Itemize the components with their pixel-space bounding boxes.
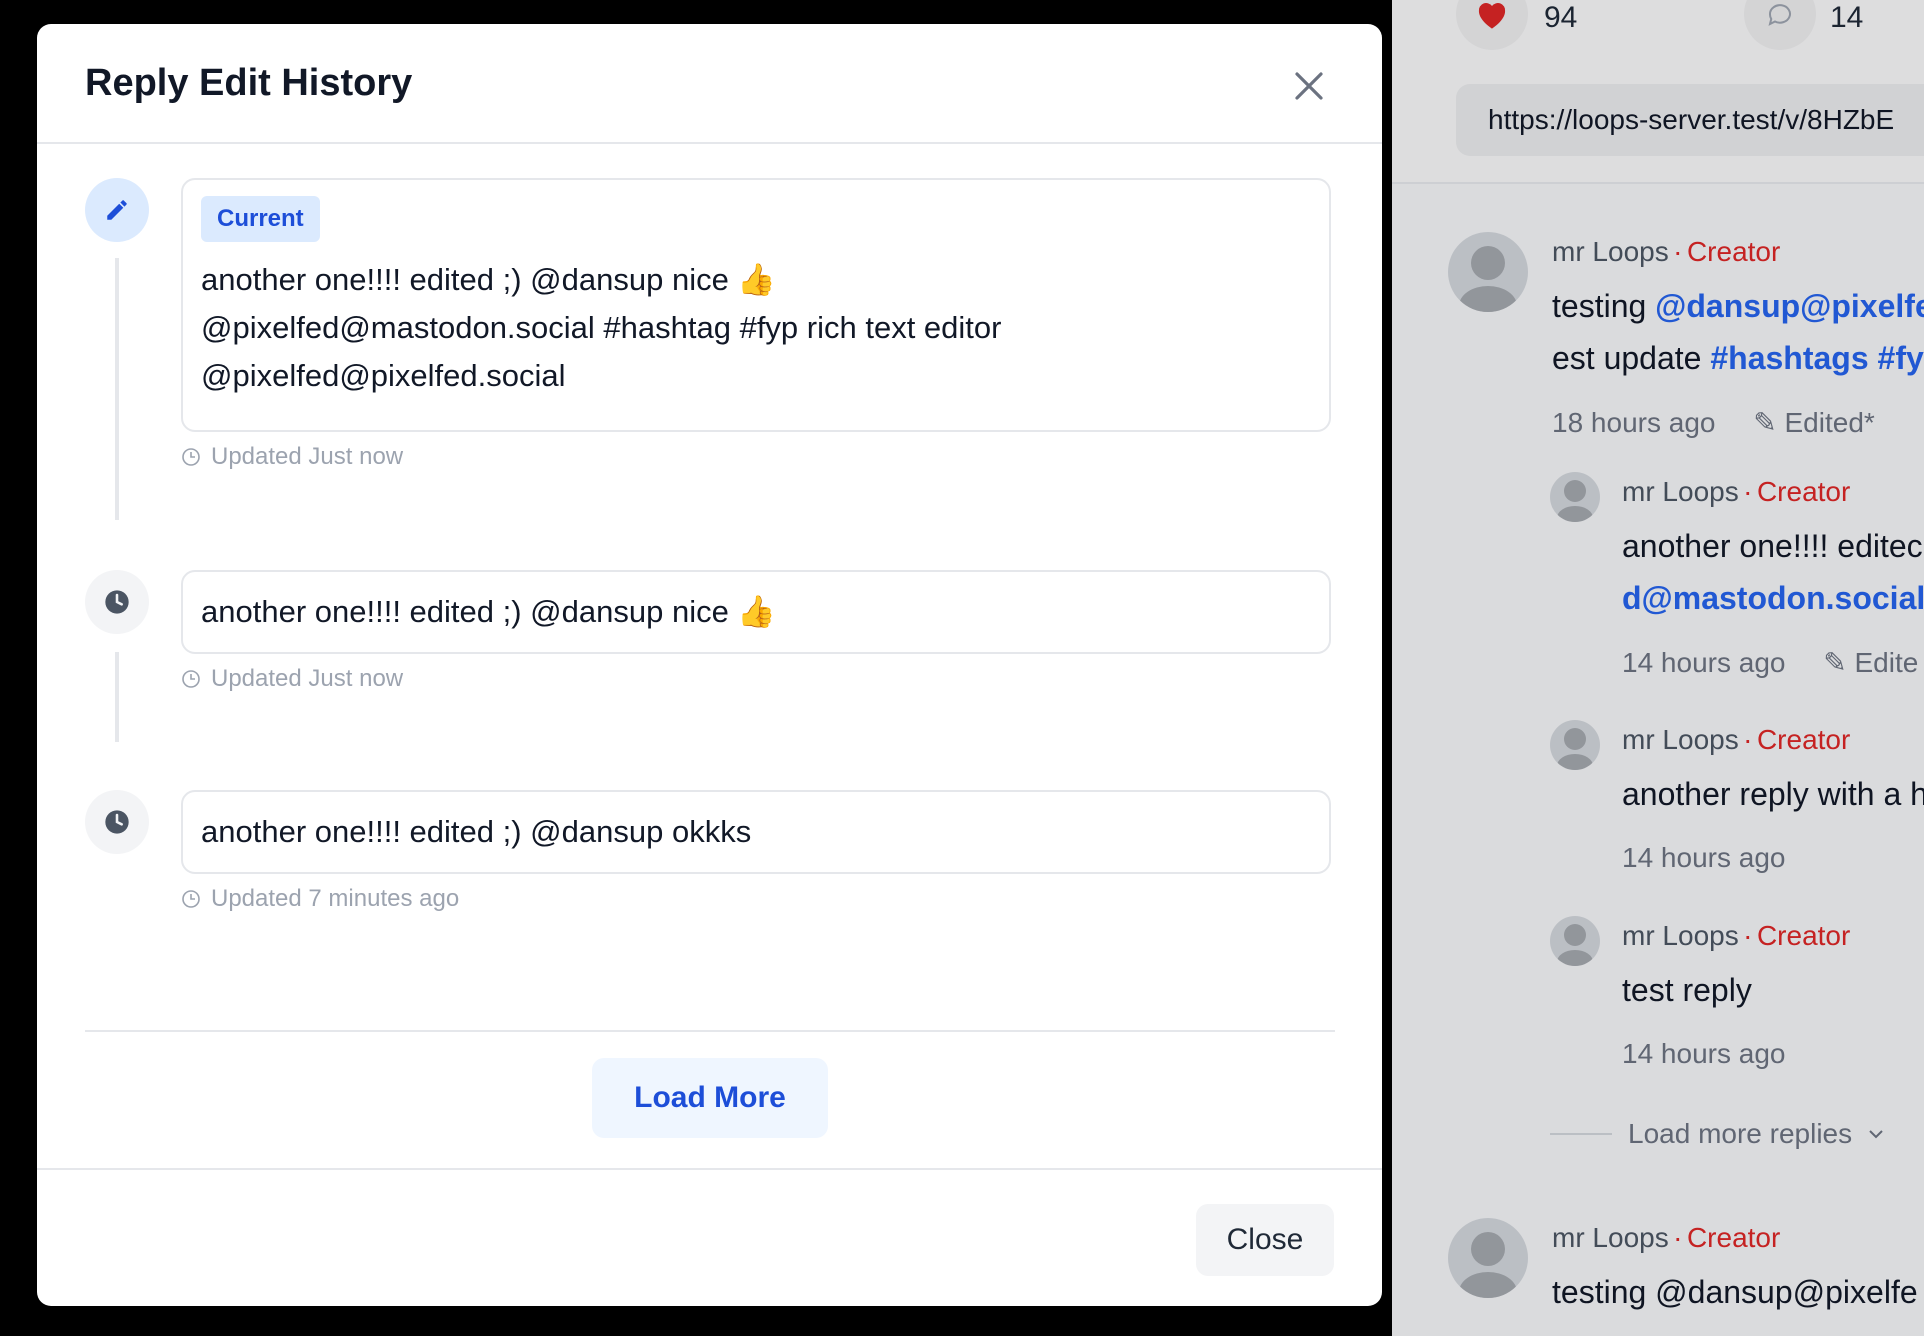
divider xyxy=(85,1030,1335,1032)
modal-footer: Close xyxy=(37,1168,1382,1306)
modal-title: Reply Edit History xyxy=(85,62,413,104)
clock-icon xyxy=(85,570,149,634)
entry-timestamp: Updated 7 minutes ago xyxy=(181,885,459,913)
modal-header: Reply Edit History xyxy=(37,24,1382,144)
clock-icon xyxy=(182,670,200,688)
entry-timestamp: Updated Just now xyxy=(181,443,403,471)
edit-entry: another one!!!! edited ;) @dansup okkks xyxy=(181,790,1331,874)
entry-text: another one!!!! edited ;) @dansup okkks xyxy=(201,814,752,849)
modal-backdrop[interactable] xyxy=(1392,0,1924,1336)
clock-icon xyxy=(85,790,149,854)
clock-icon xyxy=(182,890,200,908)
edit-history-modal: Reply Edit History Current another one!!… xyxy=(37,24,1382,1306)
edit-entry-current: Current another one!!!! edited ;) @dansu… xyxy=(181,178,1331,432)
entry-text: another one!!!! edited ;) @dansup nice 👍… xyxy=(201,262,1002,393)
entry-text: another one!!!! edited ;) @dansup nice 👍 xyxy=(201,594,777,629)
load-more-button[interactable]: Load More xyxy=(592,1058,828,1138)
pencil-icon xyxy=(85,178,149,242)
timeline-connector xyxy=(115,258,119,520)
close-icon[interactable] xyxy=(1287,64,1331,108)
timeline-connector xyxy=(115,652,119,742)
clock-icon xyxy=(182,448,200,466)
close-button[interactable]: Close xyxy=(1196,1204,1334,1276)
entry-timestamp: Updated Just now xyxy=(181,665,403,693)
edit-entry: another one!!!! edited ;) @dansup nice 👍 xyxy=(181,570,1331,654)
current-badge: Current xyxy=(201,196,320,242)
